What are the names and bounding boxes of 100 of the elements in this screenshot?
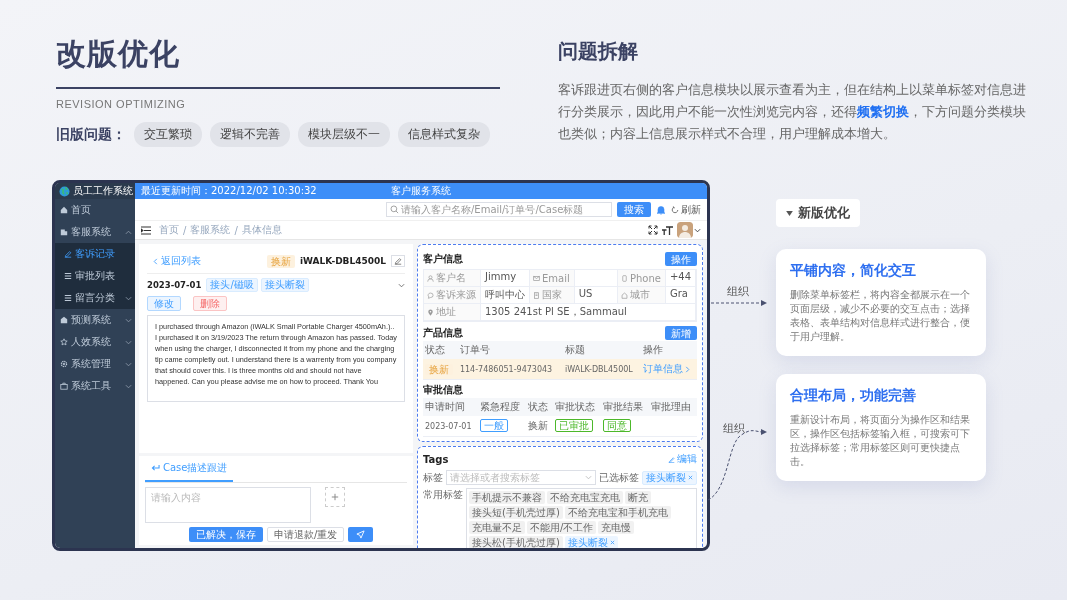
plus-icon (331, 493, 339, 501)
field-value: US (574, 287, 618, 304)
app-name: 员工工作系统 (73, 184, 133, 198)
chevron-down-icon (125, 339, 132, 345)
send-icon (356, 530, 366, 539)
sidebar-item[interactable]: 系统管理 (55, 353, 135, 375)
section-title: 问题拆解 (558, 38, 639, 65)
section-title: 审批信息 (423, 383, 463, 397)
column-header: 申请时间 (423, 398, 479, 416)
refresh-button[interactable]: 刷新 (671, 202, 701, 217)
connector-label: 组织 (723, 421, 745, 436)
issue-tag: 接头断裂 (260, 278, 309, 292)
tag-chip[interactable]: 不给充电宝和手机充电 (564, 506, 671, 519)
issue-chip: 信息样式复杂 (398, 122, 490, 147)
edit-button[interactable] (391, 255, 405, 267)
operate-button[interactable]: 操作 (665, 252, 697, 266)
tag-chip[interactable]: 接头松(手机壳过厚) (469, 536, 563, 548)
field-label: 城市 (617, 287, 666, 304)
save-button[interactable]: 已解决，保存 (189, 527, 263, 542)
chevron-right-icon (685, 365, 691, 373)
sidebar-item[interactable]: 预测系统 (55, 309, 135, 331)
status-tag: 一般 (480, 419, 509, 432)
search-button[interactable]: 搜索 (617, 202, 651, 217)
tag-chip[interactable]: 充电量不足 (469, 521, 525, 534)
breadcrumb-separator: / (183, 224, 187, 236)
star-icon (60, 338, 68, 346)
analysis-paragraph: 客诉跟进页右侧的客户信息模块以展示查看为主，但在结构上以菜单标签对信息进行分类展示，因此用户不能一次性浏览完内容，还得频繁切换，下方问题分类模块也类似；内容上信息展示样式不合理，用户理解成本增大。 (558, 81, 1027, 143)
close-icon (609, 540, 615, 545)
tag-chip[interactable]: 不能用/不工作 (527, 521, 597, 534)
avatar-icon (677, 222, 693, 238)
section-title: 产品信息 (423, 326, 463, 340)
location-pin-icon (427, 308, 434, 316)
back-link[interactable]: 返回列表 (147, 254, 201, 268)
chat-icon (427, 291, 434, 299)
house-icon (60, 316, 68, 324)
section-title: 客户信息 (423, 252, 463, 266)
tab[interactable]: Case描述跟进 (145, 456, 234, 482)
field-label: 标签 (423, 470, 443, 485)
issue-chip: 逻辑不完善 (210, 122, 290, 147)
submenu-item[interactable]: 审批列表 (55, 265, 135, 287)
pencil-icon (668, 455, 675, 463)
list-icon (64, 294, 72, 302)
issue-tag: 接头/磁吸 (206, 278, 258, 292)
search-icon (390, 205, 399, 214)
issues-label: 旧版问题： (56, 125, 126, 144)
field-label: 常用标签 (423, 488, 463, 502)
chevron-down-icon (585, 475, 592, 480)
send-button[interactable] (348, 527, 374, 542)
person-icon (427, 274, 434, 282)
refresh-icon (671, 205, 679, 214)
update-time: 最近更新时间：2022/12/02 10:30:32 (141, 184, 317, 198)
search-field[interactable]: 请输入客户名称/Email/订单号/Case标题 (386, 202, 612, 217)
column-header: 审批结果 (600, 398, 649, 416)
sidebar-item[interactable]: 系统工具 (55, 375, 135, 397)
tag-chip[interactable]: 断充 (625, 491, 651, 504)
connector-label: 组织 (727, 284, 749, 299)
column-header: 标题 (562, 341, 642, 359)
chevron-down-icon (125, 383, 132, 389)
field-label: 客诉来源 (424, 287, 481, 304)
tag-chip[interactable]: 手机提示不兼容 (469, 491, 545, 504)
column-header: 紧急程度 (478, 398, 527, 416)
submenu-item[interactable]: 留言分类 (55, 287, 135, 309)
chevron-left-icon (153, 257, 158, 265)
sidebar-item[interactable]: 客服系统 (55, 221, 135, 243)
column-header: 审批状态 (552, 398, 601, 416)
refund-button[interactable]: 申请退款/重发 (267, 527, 345, 542)
sidebar-item[interactable]: 首页 (55, 199, 135, 221)
chevron-down-icon (125, 295, 132, 301)
field-value: +44 (665, 270, 696, 287)
card-title: 平铺内容，简化交互 (790, 262, 917, 280)
table-row[interactable]: 换新 114-7486051-9473043 iWALK-DBL4500L 订单信息 (423, 359, 697, 380)
close-icon (688, 475, 693, 480)
list-icon (64, 272, 72, 280)
edit-icon (64, 250, 72, 258)
app-title: 客户服务系统 (391, 184, 451, 198)
column-header: 状态 (423, 341, 458, 359)
chevron-down-icon (125, 317, 132, 323)
status-badge: 换新 (266, 254, 295, 268)
table-cell: iWALK-DBL4500L (564, 364, 633, 374)
font-size-icon (662, 225, 673, 235)
sidebar-item[interactable]: 人效系统 (55, 331, 135, 353)
tag-chip[interactable]: 不给充电宝充电 (547, 491, 623, 504)
menu-icon (141, 225, 151, 235)
field-value: 1305 241st Pl SE，Sammaul (481, 304, 696, 321)
table-cell: 2023-07-01 (425, 421, 472, 431)
submenu-item[interactable]: 客诉记录 (55, 243, 135, 265)
tag-chip[interactable]: 接头短(手机壳过厚) (469, 506, 563, 519)
tag-chip[interactable]: 充电慢 (598, 521, 635, 534)
edit-icon (394, 257, 402, 265)
edit-link[interactable]: 编辑 (668, 452, 697, 466)
card-title: 合理布局，功能完善 (790, 387, 917, 405)
add-button[interactable]: 新增 (665, 326, 697, 340)
card-text: 删除菜单标签栏，将内容全都展示在一个页面层级，减少不必要的交互点击；选择表格、表单结构对信息样式进行整合，便于用户理解。 (790, 288, 971, 344)
bell-icon (656, 204, 666, 215)
slide-title: 改版优化 (56, 35, 181, 73)
card-text: 重新设计布局，将页面分为操作区和结果区，操作区包括标签输入框，可搜索可下拉选择标签；常用标签区则可更快捷点击。 (790, 413, 971, 469)
home-icon (60, 206, 68, 214)
comment-field[interactable]: 请输入内容 (145, 487, 311, 523)
upload-button[interactable] (325, 487, 345, 507)
slide-subtitle: REVISION OPTIMIZING (56, 98, 187, 110)
